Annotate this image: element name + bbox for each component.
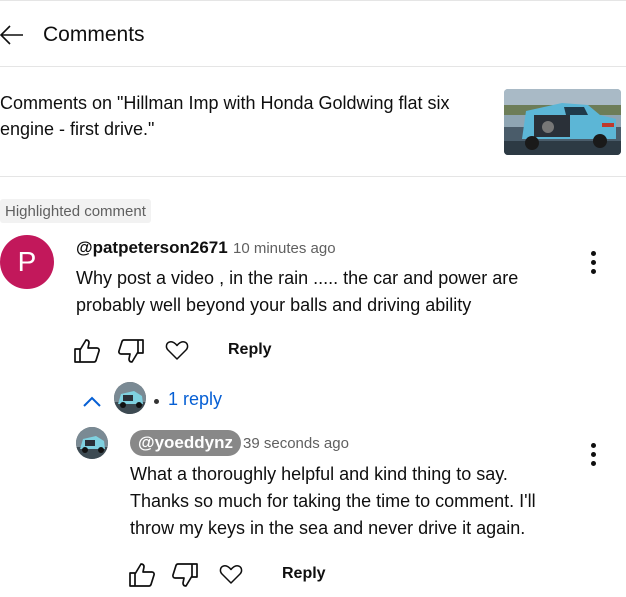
like-button[interactable] xyxy=(128,561,156,589)
comment-text-line: Why post a video , in the rain ..... the… xyxy=(76,268,519,288)
reply-text-line: What a thoroughly helpful and kind thing… xyxy=(130,464,508,484)
reply-text-line: Thanks so much for taking the time to co… xyxy=(130,491,536,511)
video-title: Comments on "Hillman Imp with Honda Gold… xyxy=(0,90,495,142)
comment-text: Why post a video , in the rain ..... the… xyxy=(76,265,518,319)
page-title: Comments xyxy=(43,23,145,46)
reply-timestamp: 39 seconds ago xyxy=(243,435,349,452)
chevron-up-icon xyxy=(83,396,101,407)
divider xyxy=(0,66,626,67)
thumbs-down-icon xyxy=(118,339,144,363)
replies-count-link[interactable]: 1 reply xyxy=(168,389,222,410)
avatar[interactable]: P xyxy=(0,235,54,289)
reply-author-chip[interactable]: @yoeddynz xyxy=(130,430,241,456)
comments-header: Comments xyxy=(0,1,626,66)
dislike-button[interactable] xyxy=(117,337,145,365)
highlighted-comment-badge: Highlighted comment xyxy=(0,199,151,223)
video-title-line: Comments on "Hillman Imp with Honda Gold… xyxy=(0,93,450,113)
heart-button[interactable] xyxy=(218,561,246,589)
avatar[interactable] xyxy=(76,427,108,459)
more-vert-icon[interactable] xyxy=(588,251,598,277)
comment-timestamp: 10 minutes ago xyxy=(233,240,336,257)
reply-button[interactable]: Reply xyxy=(282,565,326,583)
heart-button[interactable] xyxy=(164,337,192,365)
thumbs-up-icon xyxy=(74,339,100,363)
dislike-button[interactable] xyxy=(171,561,199,589)
avatar xyxy=(114,382,146,414)
heart-icon xyxy=(219,565,243,584)
back-arrow-icon xyxy=(0,25,23,45)
thumbs-down-icon xyxy=(172,563,198,587)
like-button[interactable] xyxy=(73,337,101,365)
reply-text: What a thoroughly helpful and kind thing… xyxy=(130,461,536,542)
video-thumbnail[interactable] xyxy=(504,89,621,155)
thumbs-up-icon xyxy=(129,563,155,587)
divider xyxy=(0,176,626,177)
back-button[interactable] xyxy=(0,23,24,47)
heart-icon xyxy=(165,341,189,360)
comment-text-line: probably well beyond your balls and driv… xyxy=(76,295,472,315)
reply-button[interactable]: Reply xyxy=(228,341,272,359)
thumbnail-image xyxy=(504,89,621,155)
separator-dot xyxy=(154,399,159,404)
more-vert-icon[interactable] xyxy=(588,443,598,469)
video-title-line: engine - first drive." xyxy=(0,119,155,139)
comment-author[interactable]: @patpeterson2671 xyxy=(76,238,228,258)
reply-text-line: throw my keys in the sea and never drive… xyxy=(130,518,526,538)
collapse-replies-button[interactable] xyxy=(82,393,102,409)
